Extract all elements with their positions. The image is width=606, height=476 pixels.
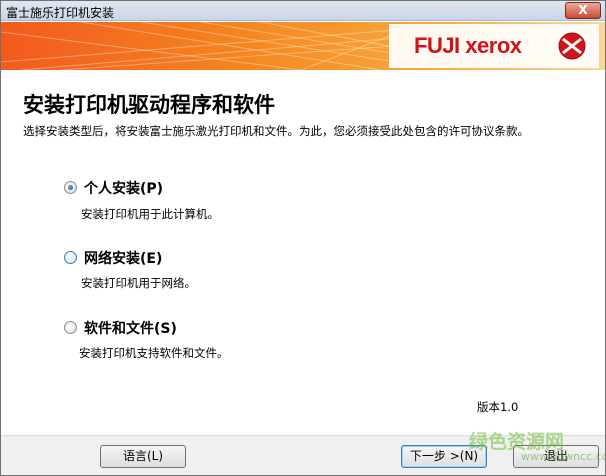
header-banner: FUJI xerox (1, 22, 605, 70)
language-button[interactable]: 语言(L) (100, 445, 186, 468)
radio-software-files[interactable] (64, 321, 77, 334)
option-label[interactable]: 软件和文件(S) (84, 318, 177, 338)
option-description: 安装打印机用于网络。 (81, 276, 196, 290)
radio-network-install[interactable] (64, 251, 77, 264)
window-title: 富士施乐打印机安装 (6, 6, 115, 20)
option-label[interactable]: 个人安装(P) (84, 178, 163, 198)
option-label[interactable]: 网络安装(E) (84, 248, 162, 268)
xerox-sphere-icon (558, 32, 586, 60)
page-title: 安装打印机驱动程序和软件 (23, 93, 275, 117)
radio-personal-install[interactable] (64, 181, 77, 194)
installer-window: 富士施乐打印机安装 X FUJI xerox 安装打印机驱动程序和软件 选择安装… (0, 0, 606, 476)
fuji-xerox-logo: FUJI xerox (389, 24, 599, 68)
option-description: 安装打印机用于此计算机。 (81, 207, 219, 221)
exit-button[interactable]: 退出 (513, 445, 599, 468)
option-software-files[interactable]: 软件和文件(S) (64, 318, 484, 338)
option-personal-install[interactable]: 个人安装(P) (64, 178, 484, 198)
instruction-text: 选择安装类型后，将安装富士施乐激光打印机和文件。为此，您必须接受此处包含的许可协… (23, 124, 529, 138)
next-button[interactable]: 下一步 >(N) (401, 445, 487, 468)
option-description: 安装打印机支持软件和文件。 (79, 346, 229, 360)
version-label: 版本1.0 (477, 400, 519, 414)
logo-wordmark: FUJI xerox (414, 33, 522, 58)
close-button[interactable]: X (565, 2, 601, 19)
title-bar[interactable]: 富士施乐打印机安装 X (1, 1, 605, 21)
button-bar: 语言(L) 下一步 >(N) 退出 (1, 435, 605, 475)
option-network-install[interactable]: 网络安装(E) (64, 248, 484, 268)
